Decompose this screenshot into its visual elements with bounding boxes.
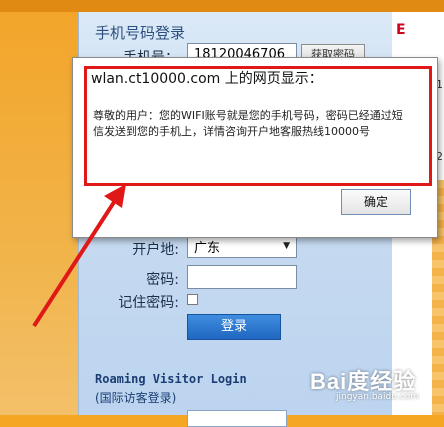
arrow-shaft bbox=[32, 194, 120, 328]
watermark-url: jingyan.baidu.com bbox=[336, 392, 420, 402]
annotation-arrow bbox=[32, 184, 126, 328]
arrow-head bbox=[104, 184, 126, 208]
